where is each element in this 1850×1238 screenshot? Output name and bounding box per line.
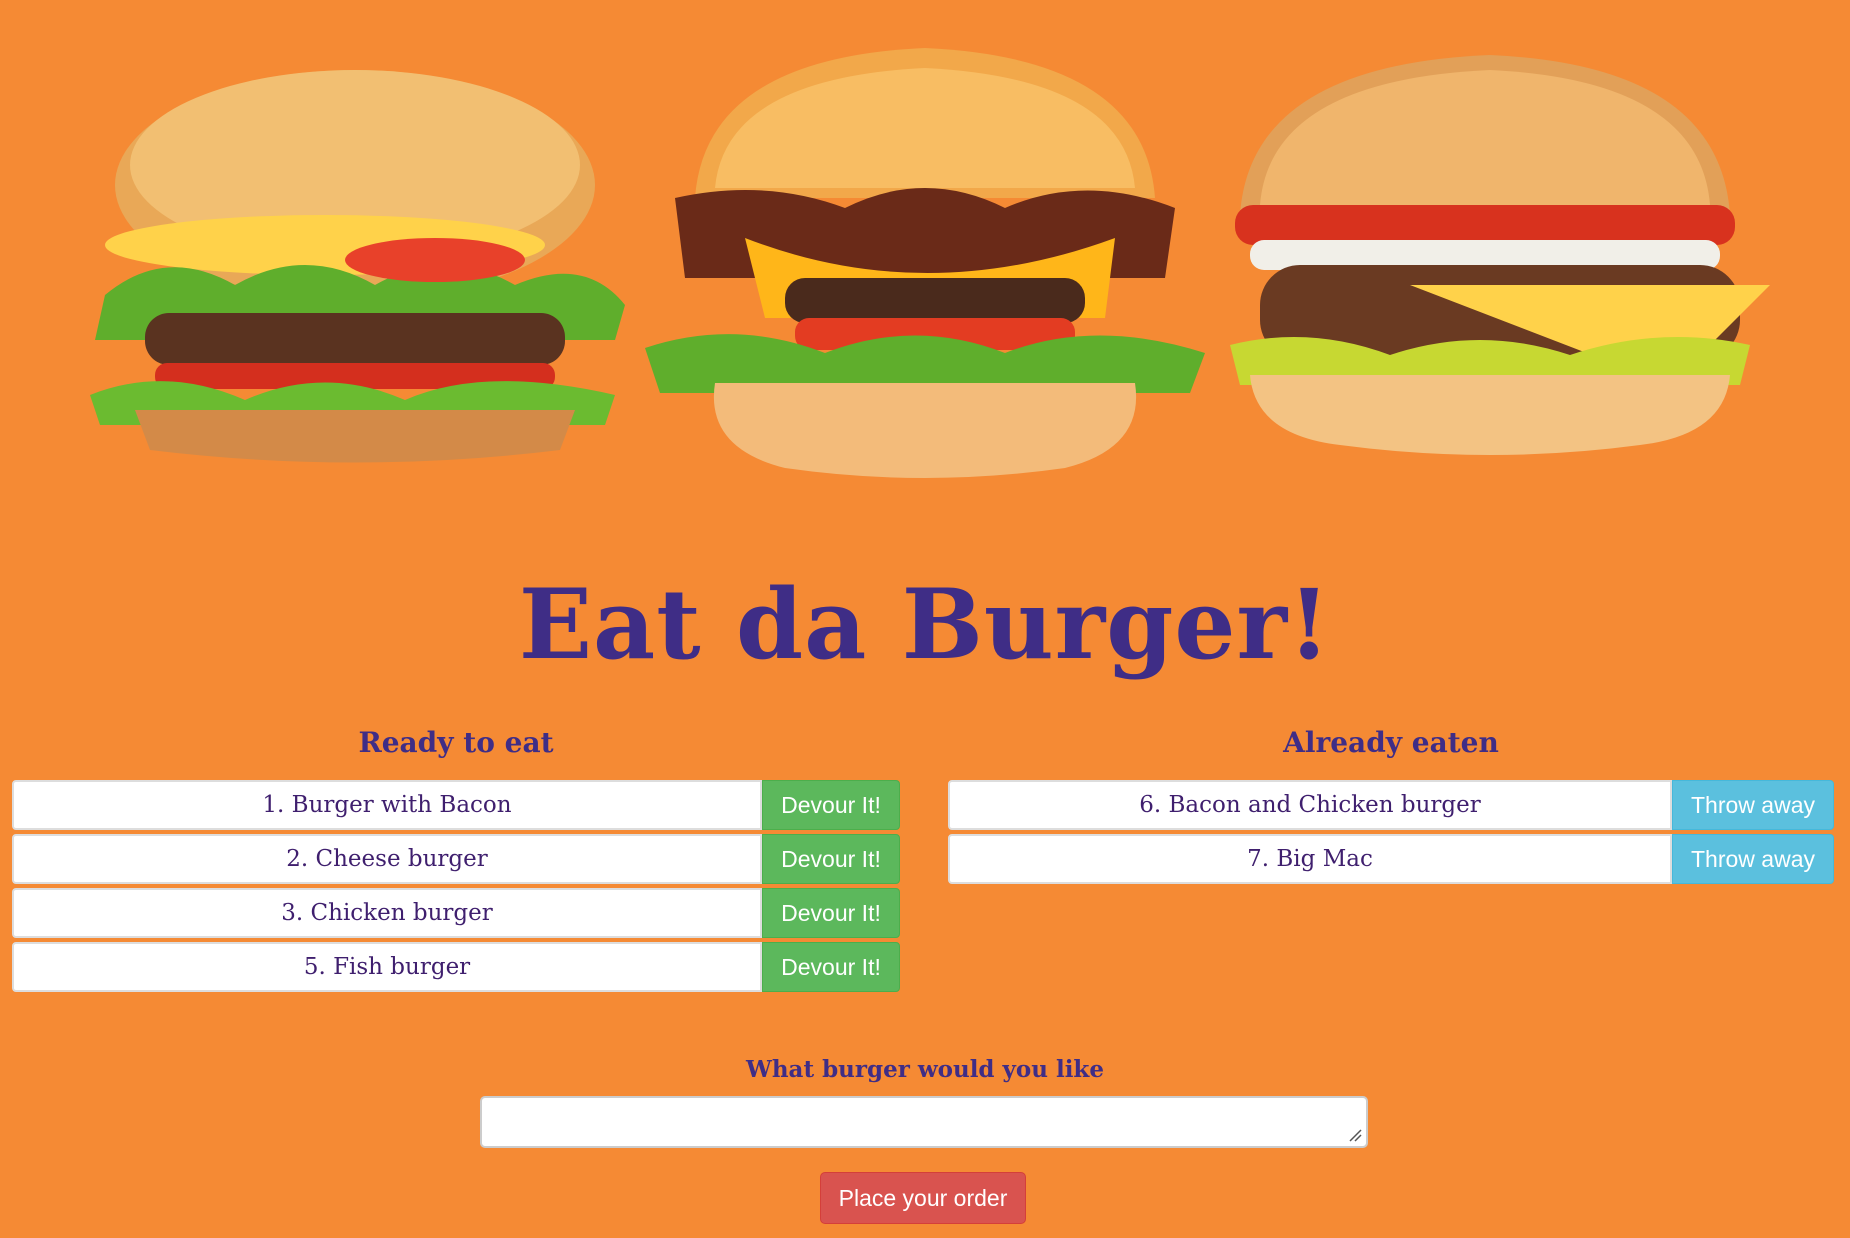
burger-image-center [645,48,1205,478]
burger-name: 7. Big Mac [948,834,1672,884]
list-item: 5. Fish burger Devour It! [12,942,900,992]
burger-name: 1. Burger with Bacon [12,780,762,830]
place-order-button[interactable]: Place your order [820,1172,1026,1224]
eaten-list: 6. Bacon and Chicken burger Throw away 7… [948,780,1834,888]
hero-burger-banner [0,0,1850,520]
burger-name: 6. Bacon and Chicken burger [948,780,1672,830]
devour-button[interactable]: Devour It! [762,834,900,884]
resize-handle-icon[interactable] [1348,1128,1362,1142]
burger-name: 5. Fish burger [12,942,762,992]
list-item: 2. Cheese burger Devour It! [12,834,900,884]
devour-button[interactable]: Devour It! [762,888,900,938]
burger-image-right [1230,55,1770,455]
list-item: 3. Chicken burger Devour It! [12,888,900,938]
page-title: Eat da Burger! [518,568,1332,681]
devour-button[interactable]: Devour It! [762,942,900,992]
ready-heading: Ready to eat [358,726,554,759]
ready-list: 1. Burger with Bacon Devour It! 2. Chees… [12,780,900,996]
throw-away-button[interactable]: Throw away [1672,780,1834,830]
throw-away-button[interactable]: Throw away [1672,834,1834,884]
devour-button[interactable]: Devour It! [762,780,900,830]
list-item: 6. Bacon and Chicken burger Throw away [948,780,1834,830]
burger-name: 2. Cheese burger [12,834,762,884]
burger-name-input[interactable] [480,1096,1368,1148]
order-label: What burger would you like [745,1056,1105,1083]
burger-name: 3. Chicken burger [12,888,762,938]
eaten-heading: Already eaten [1283,726,1499,759]
list-item: 7. Big Mac Throw away [948,834,1834,884]
list-item: 1. Burger with Bacon Devour It! [12,780,900,830]
burger-image-left [90,70,625,463]
